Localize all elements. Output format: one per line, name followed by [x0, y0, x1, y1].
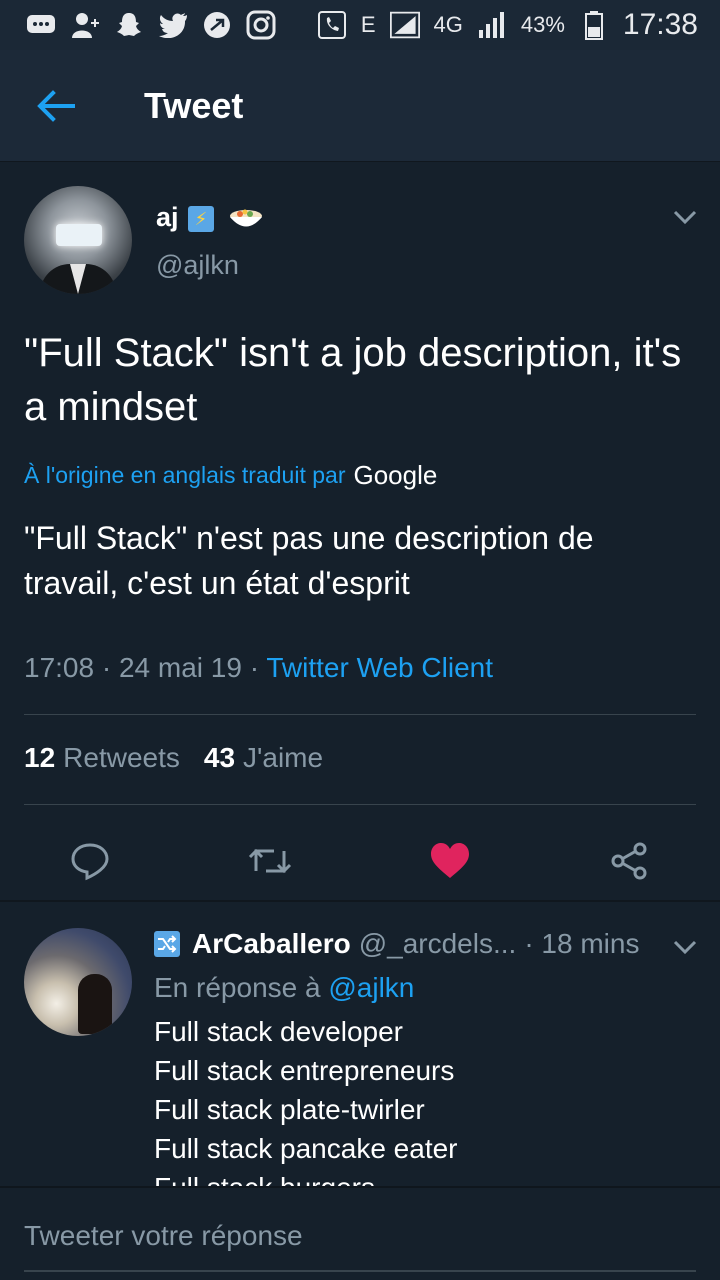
snapchat-icon [114, 10, 144, 40]
reply-line: Full stack developer [154, 1016, 404, 1047]
status-notifications [26, 10, 276, 40]
avatar[interactable] [24, 186, 132, 294]
reply-author-handle[interactable]: @_arcdels... [359, 928, 517, 960]
reply-time: · 18 mins [524, 928, 640, 959]
reply-button[interactable] [65, 836, 115, 886]
tweet-stats: 12 Retweets 43 J'aime [24, 742, 323, 774]
bowl-badge-icon [228, 204, 264, 232]
reply-author-name[interactable]: ArCaballero [192, 928, 351, 960]
back-arrow-icon [37, 89, 75, 122]
likes-count: 43 [203, 742, 236, 773]
compose-bar [0, 1186, 720, 1280]
page-title: Tweet [144, 84, 244, 126]
share-button[interactable] [604, 836, 654, 886]
instagram-icon [246, 10, 276, 40]
reply-menu-button[interactable] [670, 932, 700, 962]
google-logo: Google [353, 460, 438, 490]
network-4g: 4G [433, 12, 463, 37]
translation-attribution[interactable]: À l'origine en anglais traduit par Googl… [24, 460, 437, 491]
tweet-actions [0, 822, 720, 902]
add-contact-icon [70, 10, 100, 40]
retweet-button[interactable] [245, 836, 295, 886]
in-reply-to-label: En réponse à [154, 972, 321, 1003]
author-name[interactable]: aj [156, 202, 179, 233]
phone-icon [317, 10, 347, 40]
divider [24, 804, 696, 805]
tweet-client-link[interactable]: Twitter Web Client [266, 652, 493, 683]
retweets-stat[interactable]: 12 Retweets [24, 742, 180, 774]
tweet-date: 24 mai 19 [118, 652, 242, 683]
zap-badge-icon: ⚡ [188, 206, 214, 232]
messages-icon [26, 10, 56, 40]
translated-text: "Full Stack" n'est pas une description d… [24, 520, 594, 601]
like-button[interactable] [425, 836, 475, 886]
network-type-e: E [360, 12, 376, 37]
translation-label: À l'origine en anglais traduit par [24, 462, 346, 488]
avatar[interactable] [24, 928, 132, 1036]
chevron-down-icon [673, 940, 697, 955]
reply-line: Full stack pancake eater [154, 1133, 458, 1164]
tweet-text: "Full Stack" isn't a job description, it… [24, 331, 682, 429]
retweets-label: Retweets [63, 742, 180, 773]
heart-icon [431, 843, 469, 878]
reply-line: Full stack entrepreneurs [154, 1055, 455, 1086]
twitter-icon [158, 10, 188, 40]
status-system: E 4G 43% 17:38 [317, 8, 698, 42]
reply-icon [71, 843, 109, 881]
chevron-down-icon [673, 210, 697, 225]
reply-header: ArCaballero @_arcdels... · 18 mins [154, 928, 639, 960]
tweet-meta: 17:08 · 24 mai 19 · Twitter Web Client [24, 652, 493, 684]
mention-link[interactable]: @ajlkn [328, 972, 414, 1003]
divider [24, 714, 696, 715]
meta-separator: · [249, 652, 260, 683]
meta-separator: · [101, 652, 112, 683]
likes-label: J'aime [243, 742, 324, 773]
reply-tweet[interactable]: ArCaballero @_arcdels... · 18 mins En ré… [0, 902, 720, 1188]
nfc-icon [202, 10, 232, 40]
reply-line: Full stack plate-twirler [154, 1094, 425, 1125]
share-icon [611, 842, 647, 880]
reply-line: Full stack burgers [154, 1172, 375, 1188]
reply-input[interactable] [24, 1216, 696, 1256]
input-underline [24, 1270, 696, 1272]
battery-percent: 43% [520, 12, 565, 37]
app-header: Tweet [0, 50, 720, 162]
retweets-count: 12 [24, 742, 56, 773]
author-handle[interactable]: @ajlkn [156, 250, 239, 281]
tweet-menu-button[interactable] [670, 202, 700, 232]
in-reply-to: En réponse à @ajlkn [154, 972, 414, 1004]
back-button[interactable] [10, 50, 100, 162]
signal-icon [389, 10, 420, 40]
status-time: 17:38 [622, 8, 698, 41]
signal-bars-icon [477, 10, 507, 40]
reply-text: Full stack developer Full stack entrepre… [154, 1012, 694, 1188]
status-bar: E 4G 43% 17:38 [0, 0, 720, 50]
likes-stat[interactable]: 43 J'aime [204, 742, 323, 774]
tweet-time: 17:08 [24, 652, 95, 683]
shuffle-badge-icon [154, 931, 180, 957]
retweet-icon [248, 848, 292, 874]
battery-icon [579, 10, 609, 40]
